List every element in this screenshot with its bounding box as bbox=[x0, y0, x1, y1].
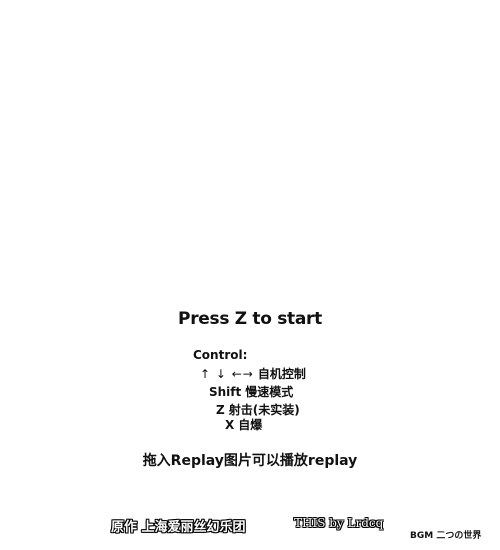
credit-this-author: THIS by Lrdcq bbox=[294, 516, 384, 530]
control-shift-line: Shift 慢速模式 bbox=[209, 383, 293, 400]
credit-bgm: BGM 二つの世界 bbox=[410, 531, 482, 541]
control-move-desc: 自机控制 bbox=[257, 367, 306, 381]
arrow-keys-icon: ↑ ↓ ←→ bbox=[200, 366, 254, 381]
control-x-key: X bbox=[225, 417, 235, 432]
press-z-to-start-prompt[interactable]: Press Z to start bbox=[0, 309, 500, 329]
credit-original-author: 原作 上海爱丽丝幻乐团 bbox=[111, 520, 246, 535]
control-x-line: X 自爆 bbox=[225, 416, 262, 433]
game-title-screen: { "title_screen": { "prompt": "Press Z t… bbox=[0, 0, 500, 550]
replay-drop-hint: 拖入Replay图片可以播放replay bbox=[142, 453, 358, 469]
control-shift-desc: 慢速模式 bbox=[245, 385, 294, 399]
controls-heading: Control: bbox=[193, 348, 248, 362]
control-z-key: Z bbox=[216, 402, 225, 417]
control-x-desc: 自爆 bbox=[238, 418, 263, 432]
control-move-line: ↑ ↓ ←→ 自机控制 bbox=[200, 365, 306, 382]
control-shift-key: Shift bbox=[209, 384, 242, 399]
